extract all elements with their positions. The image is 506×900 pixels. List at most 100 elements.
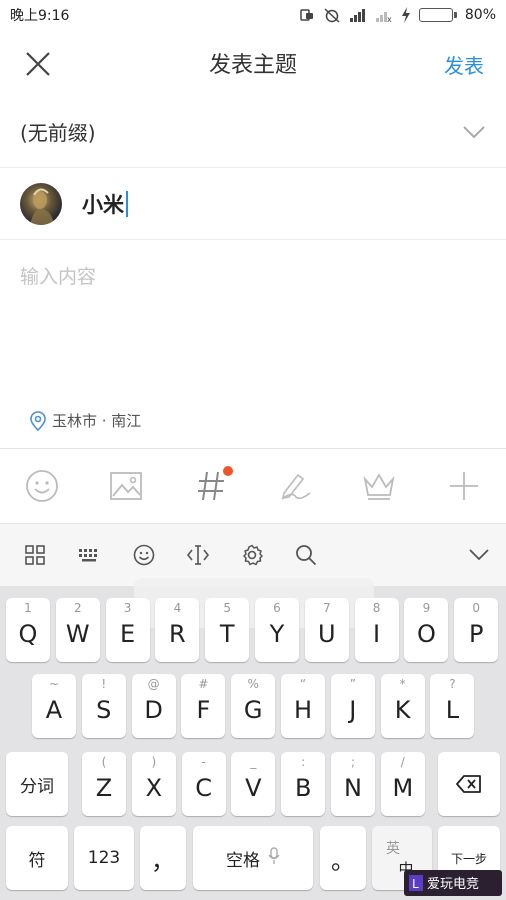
key-a[interactable]: ~ A — [32, 674, 76, 738]
key-hint: @ — [147, 677, 160, 691]
key-o[interactable]: 9O — [404, 598, 449, 662]
key-r[interactable]: 4R — [155, 598, 200, 662]
hide-keyboard-button[interactable] — [466, 542, 492, 568]
avatar-image — [30, 188, 54, 225]
signal-no-sim-icon: x — [375, 12, 392, 22]
svg-text:x: x — [387, 15, 392, 22]
emoji-icon — [26, 470, 59, 502]
key-hint: ” — [349, 677, 356, 691]
key-label: W — [65, 620, 90, 648]
key-label: ， — [151, 846, 175, 875]
publish-button[interactable]: 发表 — [444, 50, 484, 79]
key-label: P — [468, 620, 484, 648]
period-key[interactable]: 。 — [320, 826, 366, 890]
key-l[interactable]: ? L — [430, 674, 475, 738]
draw-button[interactable] — [273, 464, 317, 508]
key-hint: * — [399, 677, 406, 691]
key-hint: 7 — [322, 601, 331, 615]
key-label: 。 — [331, 846, 355, 875]
key-w[interactable]: 2W — [55, 598, 100, 662]
key-hint: 0 — [472, 601, 480, 615]
key-hint: “ — [299, 677, 307, 691]
apps-button[interactable] — [22, 542, 48, 568]
key-label: A — [45, 696, 63, 724]
key-p[interactable]: 0P — [454, 598, 499, 662]
key-n[interactable]: ; N — [331, 752, 375, 816]
key-m[interactable]: / M — [380, 752, 425, 816]
key-v[interactable]: _ V — [231, 752, 276, 816]
space-key[interactable]: 空格 — [193, 826, 313, 890]
key-hint: ) — [151, 755, 157, 769]
key-label: O — [416, 620, 436, 648]
keyboard: 1 Q 2 W 3 E 4 R 5 T 6 Y 7 U 8 I 9 O 0 P ~ A! S @ D # F% G “H” J * K? L 分词… — [0, 578, 506, 900]
key-label: Z — [95, 774, 113, 802]
key-h[interactable]: “H — [281, 674, 325, 738]
avatar[interactable] — [20, 182, 62, 225]
key-u[interactable]: 7U — [304, 598, 349, 662]
location-tag[interactable]: 玉林市 · 南江 — [30, 410, 141, 431]
key-e[interactable]: 3E — [105, 598, 150, 662]
image-button[interactable] — [104, 464, 148, 508]
screen: 晚上9:16 x 80% 发表主题 发表 (无前缀) 小米 输入内容 玉林市 ·… — [0, 0, 506, 900]
key-label: V — [245, 774, 262, 802]
watermark-logo: L 爱玩电竞 — [404, 870, 502, 896]
key-hint: 2 — [73, 601, 82, 615]
fenci-key[interactable]: 分词 — [6, 752, 68, 816]
keyboard-search-button[interactable] — [293, 542, 319, 568]
backspace-key[interactable] — [438, 752, 500, 816]
microphone-icon — [268, 846, 280, 870]
keyboard-settings-button[interactable] — [239, 542, 265, 568]
prefix-selector[interactable]: (无前缀) — [0, 96, 506, 168]
key-label: 符 — [28, 850, 46, 871]
comma-key[interactable]: ， — [140, 826, 186, 890]
title-input-row: 小米 — [0, 168, 506, 240]
cursor-move-button[interactable] — [185, 542, 211, 568]
key-z[interactable]: (Z — [82, 752, 126, 816]
grid-icon — [25, 545, 45, 565]
title-input[interactable]: 小米 — [82, 189, 128, 219]
key-x[interactable]: ) X — [131, 752, 176, 816]
prefix-label: (无前缀) — [20, 121, 96, 145]
key-f[interactable]: # F — [181, 674, 226, 738]
number-key[interactable]: 123 — [74, 826, 134, 890]
close-button[interactable] — [22, 48, 54, 80]
key-c[interactable]: -C — [181, 752, 226, 816]
hashtag-button[interactable] — [189, 464, 233, 508]
key-hint: 4 — [173, 601, 182, 615]
key-j[interactable]: ” J — [330, 674, 375, 738]
key-y[interactable]: 6Y — [255, 598, 299, 662]
key-q[interactable]: 1Q — [6, 598, 50, 662]
key-t[interactable]: 5T — [205, 598, 250, 662]
key-hint: 9 — [422, 601, 431, 615]
crown-button[interactable] — [357, 464, 401, 508]
symbol-key[interactable]: 符 — [6, 826, 68, 890]
svg-text:爱玩电竞: 爱玩电竞 — [427, 876, 479, 892]
key-d[interactable]: @ D — [131, 674, 176, 738]
key-hint: # — [198, 677, 209, 691]
key-label: I — [373, 620, 381, 648]
cursor-icon — [186, 545, 209, 565]
key-i[interactable]: 8I — [354, 598, 399, 662]
more-button[interactable] — [442, 464, 486, 508]
content-input[interactable]: 输入内容 — [20, 262, 96, 289]
key-label: 空格 — [226, 850, 260, 871]
key-label: S — [96, 696, 112, 724]
key-s[interactable]: ! S — [81, 674, 126, 738]
keyboard-layout-button[interactable] — [76, 542, 102, 568]
key-b[interactable]: :B — [281, 752, 326, 816]
key-label: D — [144, 696, 163, 724]
key-hint: 8 — [372, 601, 381, 615]
key-label: J — [349, 696, 357, 724]
key-label: U — [318, 620, 336, 648]
key-label: 分词 — [20, 776, 54, 797]
smiley-icon — [133, 544, 154, 566]
key-g[interactable]: % G — [231, 674, 276, 738]
key-label: X — [145, 774, 163, 802]
key-k[interactable]: * K — [380, 674, 425, 738]
keyboard-emoji-button[interactable] — [131, 542, 157, 568]
key-label: T — [219, 620, 235, 648]
title-bar: 发表主题 发表 — [0, 30, 506, 96]
emoji-button[interactable] — [20, 464, 64, 508]
signal-icon — [349, 9, 365, 22]
notification-dot — [222, 466, 233, 476]
